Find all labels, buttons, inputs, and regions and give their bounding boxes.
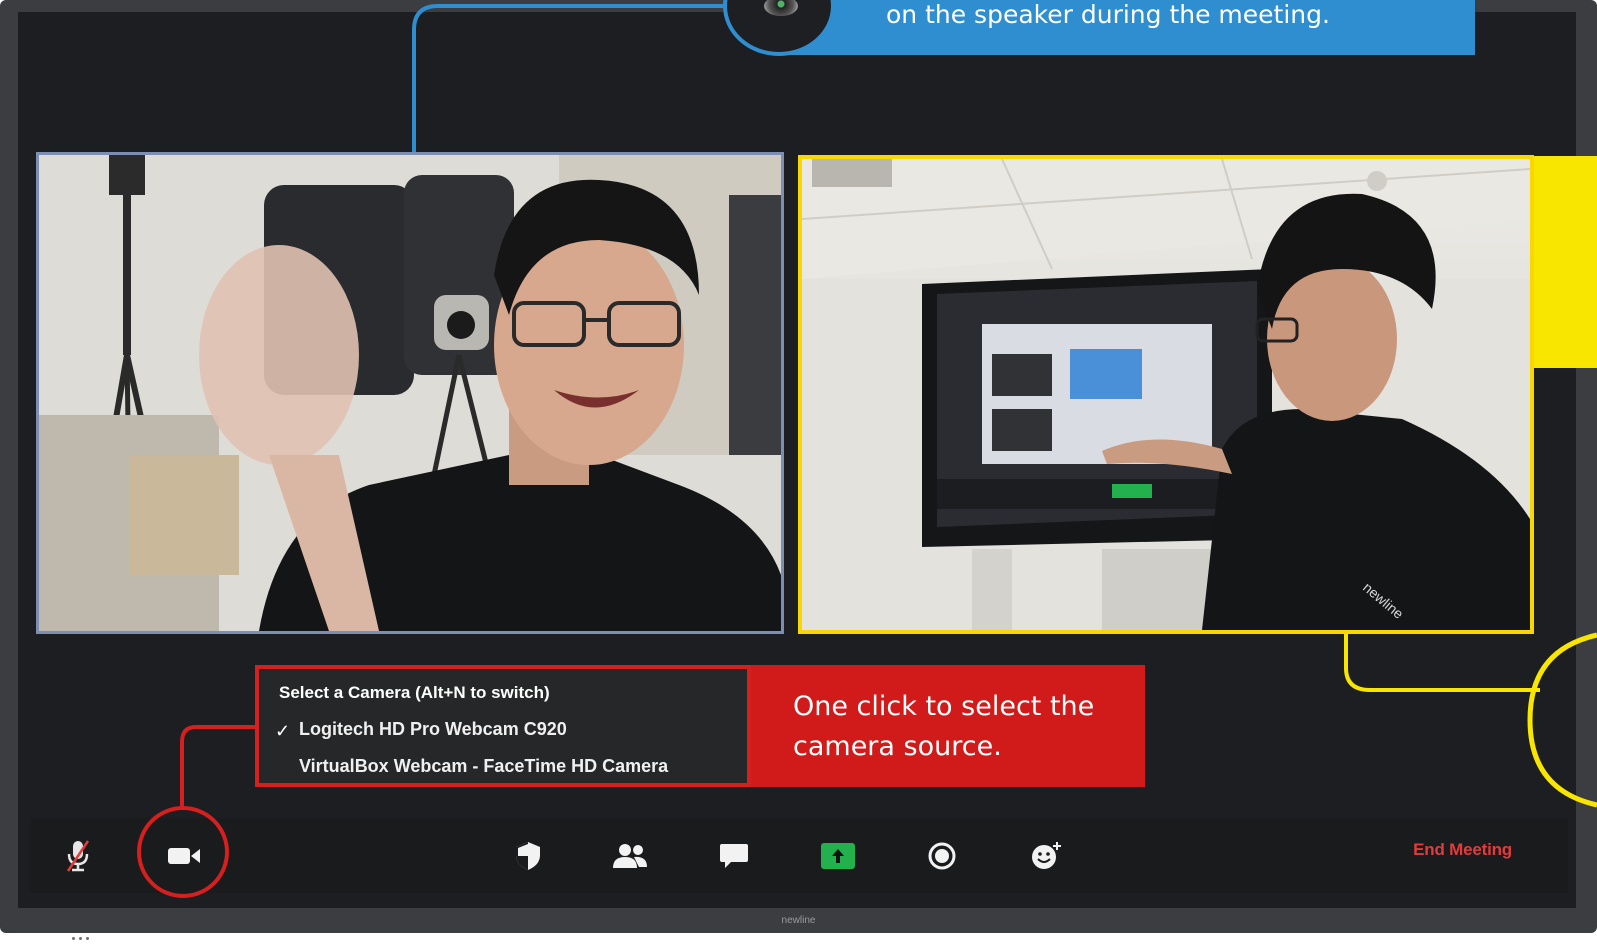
reactions-icon [1032,842,1061,869]
bezel-brand-label: newline [781,915,816,926]
yellow-callout [1534,156,1597,368]
reactions-button[interactable] [1026,836,1066,876]
blue-callout-text: on the speaker during the meeting. [886,0,1330,29]
video-tile-right: newline [798,155,1534,634]
participants-button[interactable] [610,836,650,876]
share-screen-button[interactable] [818,836,858,876]
camera-select-menu: Select a Camera (Alt+N to switch) ✓ Logi… [255,665,751,787]
record-button[interactable] [922,836,962,876]
chat-icon [720,844,748,868]
meeting-toolbar: End Meeting [30,818,1568,893]
participants-icon [613,844,647,868]
video-feed-presenter: newline [802,159,1530,630]
blue-callout: on the speaker during the meeting. [790,0,1475,55]
video-tile-left [36,152,784,634]
red-callout-text: One click to select the camera source. [793,691,1095,762]
video-feed-speaker [39,155,781,631]
mute-button[interactable] [58,836,98,876]
camera-option-virtualbox[interactable]: VirtualBox Webcam - FaceTime HD Camera [299,756,668,777]
record-icon [928,842,956,870]
chat-button[interactable] [714,836,754,876]
selected-check-icon: ✓ [275,721,291,741]
share-screen-icon [821,843,855,869]
bezel-indicator-dots [72,925,93,944]
camera-option-logitech[interactable]: Logitech HD Pro Webcam C920 [299,719,567,740]
security-shield-icon [516,842,540,870]
microphone-muted-icon [66,840,90,872]
security-button[interactable] [508,836,548,876]
end-meeting-button[interactable]: End Meeting [1413,840,1512,860]
camera-menu-header: Select a Camera (Alt+N to switch) [279,683,550,702]
red-callout: One click to select the camera source. [751,665,1145,787]
video-button-highlight [137,806,229,898]
